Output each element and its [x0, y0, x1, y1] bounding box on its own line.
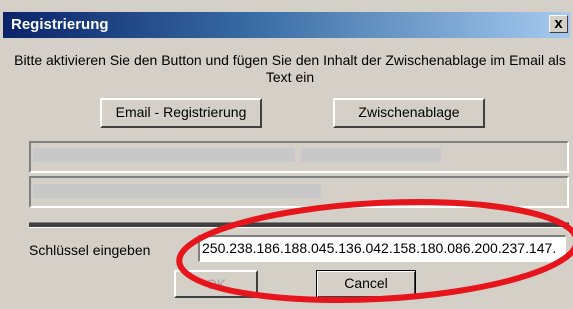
- cancel-button[interactable]: Cancel: [316, 270, 416, 298]
- registration-dialog: Registrierung x Bitte aktivieren Sie den…: [0, 0, 573, 309]
- obscured-field-2: [29, 176, 569, 208]
- ok-button[interactable]: OK: [174, 270, 258, 298]
- email-registration-button[interactable]: Email - Registrierung: [100, 98, 262, 128]
- instruction-text: Bitte aktivieren Sie den Button und füge…: [14, 52, 566, 85]
- key-input[interactable]: 250.238.186.188.045.136.042.158.180.086.…: [198, 235, 566, 262]
- obscured-text: [33, 184, 321, 198]
- window-title: Registrierung: [11, 16, 109, 33]
- separator: [29, 222, 569, 228]
- key-label: Schlüssel eingeben: [29, 242, 151, 258]
- close-icon: x: [554, 15, 563, 32]
- close-button[interactable]: x: [549, 15, 568, 33]
- obscured-text: [33, 148, 295, 162]
- title-bar: Registrierung x: [3, 12, 570, 38]
- obscured-text: [301, 148, 441, 162]
- obscured-field-1: [29, 141, 569, 173]
- clipboard-button[interactable]: Zwischenablage: [333, 98, 485, 128]
